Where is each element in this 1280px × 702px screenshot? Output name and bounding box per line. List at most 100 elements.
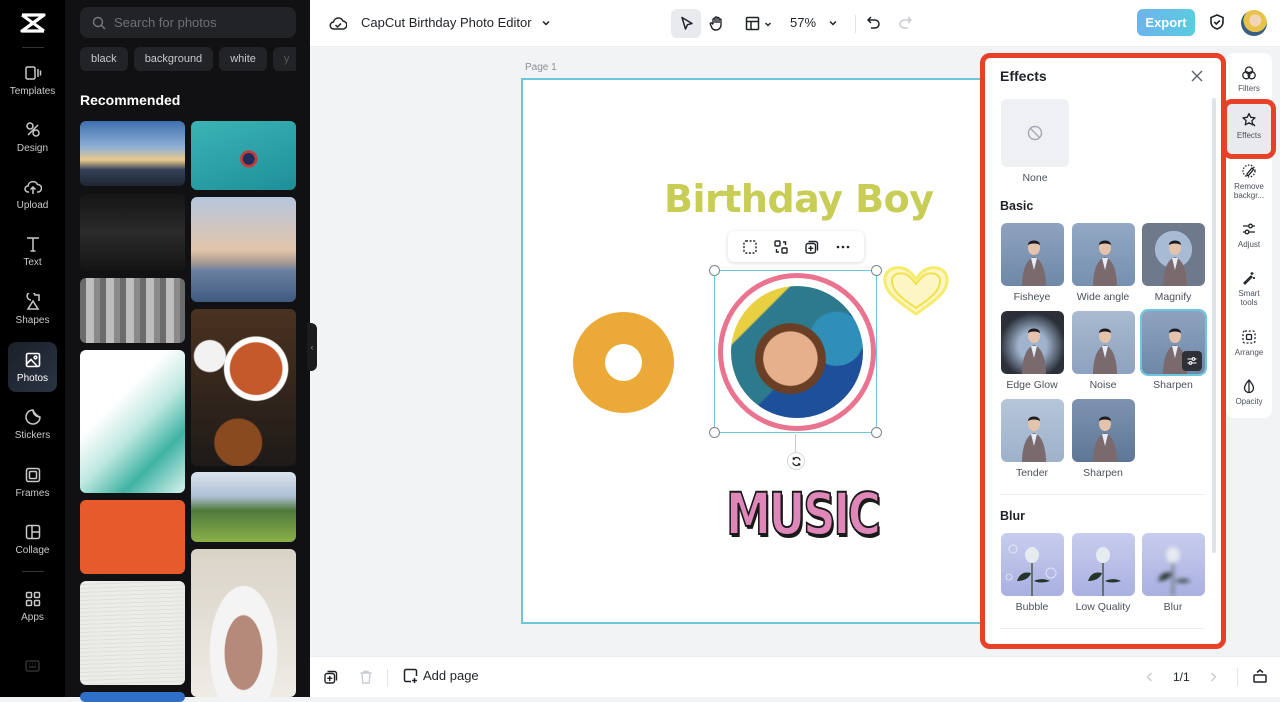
chip-white[interactable]: white (219, 47, 267, 71)
select-tool-button[interactable] (671, 9, 701, 38)
replace-icon[interactable] (773, 239, 789, 255)
next-page-icon[interactable] (1207, 671, 1219, 683)
side-tool-effects[interactable]: Effects (1227, 104, 1271, 154)
effect-card-tender[interactable] (1001, 399, 1064, 462)
photo-thumb-new-york[interactable] (191, 197, 296, 302)
side-tool-opacity[interactable]: Opacity (1228, 378, 1270, 406)
side-tool-remove-background[interactable]: Remove backgr... (1228, 163, 1270, 200)
remove-background-icon[interactable] (742, 239, 758, 255)
birthday-boy-text[interactable]: Birthday Boy (664, 177, 934, 221)
duplicate-page-icon[interactable] (323, 669, 339, 685)
divider (1237, 668, 1238, 686)
shield-check-icon[interactable] (1208, 13, 1226, 31)
effect-card-sharpen[interactable] (1072, 399, 1135, 462)
close-icon[interactable] (1189, 68, 1205, 84)
divider (855, 15, 856, 33)
delete-page-icon[interactable] (358, 669, 374, 685)
undo-icon[interactable] (865, 14, 882, 31)
user-avatar[interactable] (1241, 10, 1267, 36)
effect-card-sharpen[interactable] (1140, 309, 1207, 376)
chip-background[interactable]: background (133, 47, 214, 71)
effect-card-blur[interactable] (1142, 533, 1205, 596)
yellow-heart-sticker[interactable] (879, 262, 953, 318)
effects-scrollbar[interactable] (1212, 98, 1216, 553)
rail-item-frames[interactable]: Frames (8, 457, 57, 507)
hand-tool-button[interactable] (701, 9, 731, 38)
side-tool-adjust[interactable]: Adjust (1228, 221, 1270, 249)
side-tool-smart-tools[interactable]: Smart tools (1228, 270, 1270, 307)
pages-panel-icon[interactable] (1252, 668, 1268, 684)
effect-card-magnify[interactable] (1142, 223, 1205, 286)
rail-item-photos[interactable]: Photos (8, 342, 57, 392)
photo-thumb-boat[interactable] (191, 121, 296, 190)
selected-photo-element[interactable] (709, 265, 882, 438)
more-options-icon[interactable] (835, 239, 851, 255)
rail-item-apps[interactable]: Apps (8, 581, 57, 631)
collage-icon (25, 524, 40, 539)
resize-handle-bottom-right[interactable] (871, 427, 882, 438)
effect-card-noise[interactable] (1072, 311, 1135, 374)
photo-thumb-ramen[interactable] (191, 309, 296, 466)
chip-more[interactable]: y (272, 47, 296, 71)
photos-panel: Search for photos black background white y … (65, 0, 310, 702)
export-button[interactable]: Export (1137, 9, 1195, 36)
effects-icon (1242, 112, 1256, 127)
effect-card-bubble[interactable] (1001, 533, 1064, 596)
side-tool-arrange[interactable]: Arrange (1228, 329, 1270, 357)
prev-page-icon[interactable] (1144, 671, 1156, 683)
photo-thumb-teal-waves[interactable] (80, 350, 185, 493)
apps-icon (25, 591, 40, 606)
zoom-chevron-down-icon[interactable] (827, 17, 839, 29)
document-title[interactable]: CapCut Birthday Photo Editor (361, 15, 532, 30)
keyboard-icon[interactable] (25, 660, 40, 672)
music-text[interactable]: MUSIC (725, 479, 882, 549)
effect-label: Magnify (1154, 291, 1192, 303)
add-page-button[interactable]: Add page (402, 667, 479, 684)
effect-card-wide-angle[interactable] (1072, 223, 1135, 286)
orange-donut-shape[interactable] (573, 312, 674, 413)
suggestion-chips: black background white y (80, 47, 296, 71)
effect-none[interactable] (1001, 99, 1069, 167)
templates-icon (24, 65, 41, 80)
photo-thumb-white-paper[interactable] (80, 581, 185, 685)
layout-dropdown[interactable] (740, 9, 776, 38)
effect-label: Sharpen (1153, 379, 1193, 391)
duplicate-icon[interactable] (804, 239, 820, 255)
rail-divider (22, 571, 44, 572)
photo-thumb-green-hills[interactable] (191, 472, 296, 542)
collapse-panel-button[interactable]: ‹ (307, 323, 317, 371)
effect-card-low-quality[interactable] (1072, 533, 1135, 596)
side-tool-filters[interactable]: Filters (1228, 65, 1270, 93)
photo-thumb-meat-plate[interactable] (191, 549, 296, 697)
zoom-level[interactable]: 57% (790, 15, 816, 30)
effect-card-edge-glow[interactable] (1001, 311, 1064, 374)
photo-thumb-dark-wood[interactable] (80, 194, 185, 271)
photo-thumb-city-skyline[interactable] (80, 121, 185, 186)
rail-label: Shapes (15, 314, 50, 326)
resize-handle-bottom-left[interactable] (709, 427, 720, 438)
effect-settings-button[interactable] (1182, 351, 1202, 371)
rail-item-upload[interactable]: Upload (8, 169, 57, 219)
chip-black[interactable]: black (80, 47, 128, 71)
sliders-icon (1187, 357, 1197, 365)
photo-thumb-blue[interactable] (80, 692, 185, 702)
cloud-sync-icon[interactable] (329, 14, 347, 32)
redo-icon[interactable] (897, 14, 914, 31)
rail-item-templates[interactable]: Templates (8, 55, 57, 105)
rail-item-collage[interactable]: Collage (8, 514, 57, 564)
rail-item-stickers[interactable]: Stickers (8, 399, 57, 449)
photo-search-input[interactable]: Search for photos (80, 7, 296, 38)
effect-card-fisheye[interactable] (1001, 223, 1064, 286)
effect-label: Edge Glow (1006, 379, 1058, 391)
section-basic-heading: Basic (1000, 199, 1034, 213)
canvas-page[interactable]: Birthday Boy MUSIC (521, 78, 1001, 624)
rotate-handle[interactable] (787, 452, 805, 470)
photo-thumb-temple[interactable] (80, 278, 185, 343)
effect-preview-figure (1093, 328, 1117, 374)
rail-item-shapes[interactable]: Shapes (8, 284, 57, 334)
chevron-down-icon[interactable] (540, 17, 552, 29)
resize-handle-top-left[interactable] (709, 265, 720, 276)
rail-item-design[interactable]: Design (8, 112, 57, 162)
rail-item-text[interactable]: Text (8, 226, 57, 276)
photo-thumb-orange-paper[interactable] (80, 500, 185, 574)
